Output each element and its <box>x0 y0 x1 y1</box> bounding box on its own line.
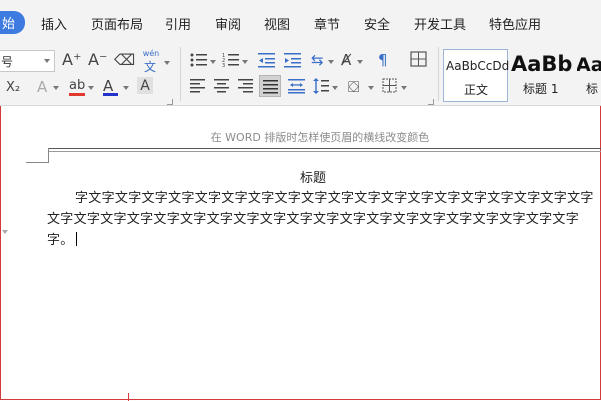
increase-indent-icon[interactable] <box>284 52 302 68</box>
shading-icon[interactable]: ⛋ <box>348 78 359 96</box>
document-title[interactable]: 标题 <box>300 167 326 186</box>
margin-corner-mark <box>48 148 49 163</box>
chevron-down-icon[interactable] <box>164 61 170 65</box>
svg-text:3: 3 <box>222 63 225 68</box>
numbered-list-icon[interactable]: 123 <box>222 52 240 68</box>
align-left-icon[interactable] <box>190 78 206 94</box>
body-line[interactable]: 字文字文字文字文字文字文字文字文字文字文字文字文字文字文字文字文字文字文字文字 <box>75 187 594 206</box>
chevron-down-icon[interactable] <box>123 86 129 90</box>
sort-icon[interactable]: Ⱥ <box>341 51 351 69</box>
body-line-last[interactable]: 字。 <box>47 229 77 248</box>
font-size-select[interactable]: 号 <box>0 50 55 72</box>
distributed-align-icon[interactable] <box>288 78 306 94</box>
tab-insert[interactable]: 插入 <box>41 14 67 33</box>
justify-button[interactable] <box>259 75 281 97</box>
tab-security[interactable]: 安全 <box>364 14 390 33</box>
chevron-down-icon[interactable] <box>88 86 94 90</box>
style-normal-label: 正文 <box>464 83 489 97</box>
align-justify-icon <box>263 80 278 94</box>
pinyin-guide-icon[interactable]: wén <box>142 49 160 58</box>
header-note: 在 WORD 排版时怎样使页眉的横线改变颜色 <box>210 131 430 144</box>
char-shading-icon[interactable]: A <box>137 77 153 94</box>
grow-font-icon[interactable]: A⁺ <box>62 51 81 69</box>
chevron-down-icon[interactable] <box>332 86 338 90</box>
font-size-value: 号 <box>1 55 14 69</box>
align-right-icon[interactable] <box>238 78 254 94</box>
paragraph-marker-icon <box>2 230 8 234</box>
show-marks-icon[interactable]: ¶ <box>378 51 388 69</box>
style-heading-2[interactable]: Aa 标 <box>577 49 601 100</box>
chevron-down-icon[interactable] <box>210 60 216 64</box>
chevron-down-icon[interactable] <box>357 60 363 64</box>
pinyin-char: 文 <box>144 60 157 74</box>
tab-special[interactable]: 特色应用 <box>489 14 541 33</box>
decrease-indent-icon[interactable] <box>258 52 276 68</box>
highlight-color-bar <box>69 93 85 96</box>
shrink-font-icon[interactable]: A⁻ <box>88 51 107 69</box>
text-cursor <box>75 232 77 246</box>
text-direction-icon[interactable]: ⇆ <box>311 51 324 69</box>
chevron-down-icon[interactable] <box>53 86 59 90</box>
divider <box>128 393 129 401</box>
ribbon: 号 A⁺ A⁻ ⌫ wén 文 X₂ A ab A A 123 ⇆ Ⱥ ¶ ⛋ … <box>0 43 601 106</box>
tab-review[interactable]: 审阅 <box>215 14 241 33</box>
style-normal[interactable]: AaBbCcDd 正文 <box>443 49 510 102</box>
font-dialog-launcher-icon[interactable] <box>167 99 173 105</box>
body-line-text: 字。 <box>47 233 74 248</box>
text-effect-icon[interactable]: A <box>37 78 47 96</box>
tab-view[interactable]: 视图 <box>264 14 290 33</box>
chevron-down-icon[interactable] <box>242 60 248 64</box>
divider <box>438 47 439 101</box>
borders-icon[interactable] <box>410 51 428 68</box>
style-heading-2-preview: Aa <box>577 54 601 76</box>
tab-developer[interactable]: 开发工具 <box>414 14 466 33</box>
tab-start[interactable]: 始 <box>0 11 26 34</box>
tab-page-layout[interactable]: 页面布局 <box>91 14 143 33</box>
style-heading-2-label: 标 <box>586 82 599 96</box>
chevron-down-icon[interactable] <box>368 86 374 90</box>
subscript-icon[interactable]: X₂ <box>6 79 20 97</box>
header-rule-secondary <box>48 151 601 152</box>
cell-borders-icon[interactable] <box>382 78 398 94</box>
menu-bar: 始 插入 页面布局 引用 审阅 视图 章节 安全 开发工具 特色应用 <box>0 0 601 43</box>
chevron-down-icon[interactable] <box>328 60 334 64</box>
clear-format-icon[interactable]: ⌫ <box>114 51 135 69</box>
margin-corner-mark <box>26 162 49 163</box>
body-line[interactable]: 文字文字文字文字文字文字文字文字文字文字文字文字文字文字文字文字文字文字文字文字 <box>47 208 579 227</box>
divider <box>180 47 181 101</box>
chevron-down-icon[interactable] <box>401 86 407 90</box>
style-heading-1-preview: AaBb <box>511 52 573 76</box>
style-heading-1-label: 标题 1 <box>523 82 559 96</box>
align-center-icon[interactable] <box>214 78 230 94</box>
chevron-down-icon <box>44 59 50 63</box>
tab-references[interactable]: 引用 <box>165 14 191 33</box>
paragraph-dialog-launcher-icon[interactable] <box>428 99 434 105</box>
style-normal-preview: AaBbCcDd <box>446 59 510 73</box>
font-color-bar <box>103 93 118 96</box>
bullet-list-icon[interactable] <box>190 52 208 68</box>
tab-chapter[interactable]: 章节 <box>314 14 340 33</box>
line-spacing-icon[interactable] <box>313 78 329 94</box>
style-heading-1[interactable]: AaBb 标题 1 <box>509 49 575 100</box>
header-rule <box>48 148 601 149</box>
